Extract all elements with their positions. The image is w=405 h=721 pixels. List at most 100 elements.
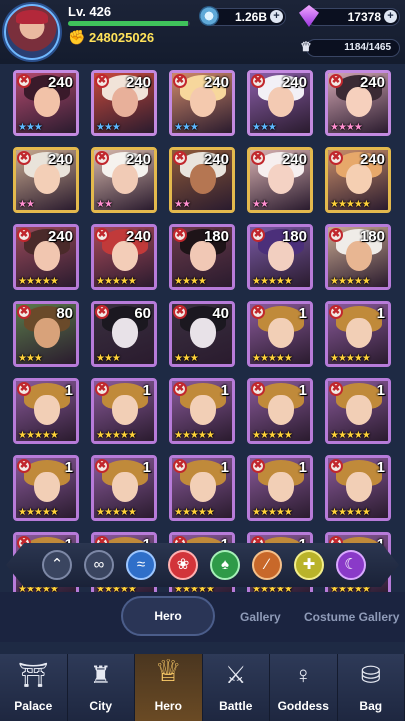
hero-face <box>346 87 372 117</box>
nav-city[interactable]: ♜ City <box>68 654 135 721</box>
hero-subtabs: Hero Gallery Costume Gallery <box>0 592 405 642</box>
chevron-up-icon[interactable]: ⌃ <box>42 550 72 580</box>
hero-card[interactable]: ✖ 1 ★★★★★ <box>325 455 391 521</box>
infinity-icon[interactable]: ∞ <box>84 550 114 580</box>
hero-card[interactable]: ✖ 1 ★★★★★ <box>325 378 391 444</box>
city-icon: ♜ <box>89 662 112 689</box>
element-badge-icon: ✖ <box>95 151 109 165</box>
hero-level: 240 <box>47 228 73 245</box>
hero-card[interactable]: ✖ 240 ★★★ <box>13 70 79 136</box>
hero-card[interactable]: ✖ 240 ★★★★★ <box>13 224 79 290</box>
add-coins-button[interactable]: + <box>270 10 283 23</box>
hero-card[interactable]: ✖ 1 ★★★★★ <box>91 378 157 444</box>
nav-label: Bag <box>359 699 383 713</box>
nav-label: Palace <box>14 699 53 713</box>
hero-level: 240 <box>203 74 229 91</box>
element-badge-icon: ✖ <box>173 151 187 165</box>
hero-stars: ★★★ <box>174 353 199 364</box>
hero-card[interactable]: ✖ 240 ★★ <box>13 147 79 213</box>
hero-capacity-counter: ♛ 1184/1465 <box>300 39 400 57</box>
nav-label: Battle <box>219 699 253 713</box>
hero-card[interactable]: ✖ 240 ★★★ <box>91 70 157 136</box>
hero-card[interactable]: ✖ 1 ★★★★★ <box>247 378 313 444</box>
hero-face <box>34 318 60 348</box>
wave-icon[interactable]: ≈ <box>126 550 156 580</box>
hero-card[interactable]: ✖ 80 ★★★ <box>13 301 79 367</box>
hero-level: 1 <box>376 459 385 476</box>
hero-card[interactable]: ✖ 1 ★★★★★ <box>91 455 157 521</box>
nav-palace[interactable]: ⛩ Palace <box>0 654 68 721</box>
hero-card[interactable]: ✖ 1 ★★★★★ <box>325 301 391 367</box>
element-badge-icon: ✖ <box>17 74 31 88</box>
hero-stars: ★★★ <box>18 353 43 364</box>
hero-card[interactable]: ✖ 240 ★★★★★ <box>91 224 157 290</box>
hero-card[interactable]: ✖ 180 ★★★★★ <box>325 224 391 290</box>
hero-card[interactable]: ✖ 240 ★★ <box>247 147 313 213</box>
nav-hero[interactable]: ♕ Hero <box>135 654 203 721</box>
hero-face <box>34 395 60 425</box>
hero-card[interactable]: ✖ 40 ★★★ <box>169 301 235 367</box>
nav-goddess[interactable]: ♀ Goddess <box>270 654 338 721</box>
hero-card[interactable]: ✖ 1 ★★★★★ <box>13 455 79 521</box>
hero-level: 1 <box>220 459 229 476</box>
hero-card[interactable]: ✖ 180 ★★★★ <box>169 224 235 290</box>
element-badge-icon: ✖ <box>95 228 109 242</box>
palace-icon: ⛩ <box>18 662 49 689</box>
hero-stars: ★★★★★ <box>96 430 137 441</box>
hero-card[interactable]: ✖ 240 ★★★★ <box>325 70 391 136</box>
player-avatar[interactable] <box>4 4 60 60</box>
hero-card[interactable]: ✖ 1 ★★★★★ <box>169 378 235 444</box>
hero-level: 1 <box>64 459 73 476</box>
hero-stars: ★★★ <box>18 122 43 133</box>
hero-level: 1 <box>298 459 307 476</box>
bottom-navigation: ⛩ Palace ♜ City ♕ Hero ⚔ Battle ♀ Goddess ⛁ Bag <box>0 654 405 721</box>
hero-level: 80 <box>56 305 73 322</box>
element-badge-icon: ✖ <box>329 74 343 88</box>
hero-card[interactable]: ✖ 1 ★★★★★ <box>13 378 79 444</box>
tab-hero[interactable]: Hero <box>121 596 215 636</box>
hero-card[interactable]: ✖ 240 ★★★ <box>247 70 313 136</box>
hero-card[interactable]: ✖ 240 ★★ <box>91 147 157 213</box>
hero-stars: ★★★★★ <box>96 276 137 287</box>
hero-face <box>268 241 294 271</box>
hero-level: 40 <box>212 305 229 322</box>
hero-stars: ★★★★ <box>330 122 363 133</box>
hero-card[interactable]: ✖ 1 ★★★★★ <box>169 455 235 521</box>
hero-level: 240 <box>281 151 307 168</box>
claw-element-icon[interactable]: ∕ <box>252 550 282 580</box>
light-element-icon[interactable]: ✚ <box>294 550 324 580</box>
hero-face <box>190 241 216 271</box>
element-badge-icon: ✖ <box>17 151 31 165</box>
gem-icon <box>299 5 319 27</box>
hero-face <box>190 395 216 425</box>
nature-element-icon[interactable]: ♠ <box>210 550 240 580</box>
hero-stars: ★★★ <box>96 122 121 133</box>
hero-card[interactable]: ✖ 240 ★★★ <box>169 70 235 136</box>
top-status-bar: Lv. 426 ✊ 248025026 1.26B + 17378 + ♛ 11… <box>0 0 405 64</box>
hero-card[interactable]: ✖ 240 ★★★★★ <box>325 147 391 213</box>
fist-power-icon: ✊ <box>68 29 86 45</box>
bag-icon: ⛁ <box>360 662 381 689</box>
element-badge-icon: ✖ <box>251 228 265 242</box>
add-gems-button[interactable]: + <box>384 10 397 23</box>
hero-card[interactable]: ✖ 240 ★★ <box>169 147 235 213</box>
hero-card[interactable]: ✖ 60 ★★★ <box>91 301 157 367</box>
hero-stars: ★★★★★ <box>330 199 371 210</box>
hero-face <box>346 395 372 425</box>
element-filter-bar: ⌃ ∞ ≈ ❀ ♠ ∕ ✚ ☾ <box>6 543 399 587</box>
hero-card[interactable]: ✖ 1 ★★★★★ <box>247 455 313 521</box>
tab-gallery[interactable]: Gallery <box>240 610 281 624</box>
fire-element-icon[interactable]: ❀ <box>168 550 198 580</box>
tab-costume-gallery[interactable]: Costume Gallery <box>304 610 399 624</box>
hero-card[interactable]: ✖ 1 ★★★★★ <box>247 301 313 367</box>
element-badge-icon: ✖ <box>329 459 343 473</box>
moon-element-icon[interactable]: ☾ <box>336 550 366 580</box>
hero-level: 240 <box>281 74 307 91</box>
gem-counter: 17378 + <box>299 5 400 27</box>
hero-stars: ★★ <box>96 199 113 210</box>
nav-bag[interactable]: ⛁ Bag <box>338 654 405 721</box>
hero-level: 240 <box>47 151 73 168</box>
hero-card[interactable]: ✖ 180 ★★★★★ <box>247 224 313 290</box>
player-level: Lv. 426 <box>68 4 112 19</box>
nav-battle[interactable]: ⚔ Battle <box>203 654 270 721</box>
